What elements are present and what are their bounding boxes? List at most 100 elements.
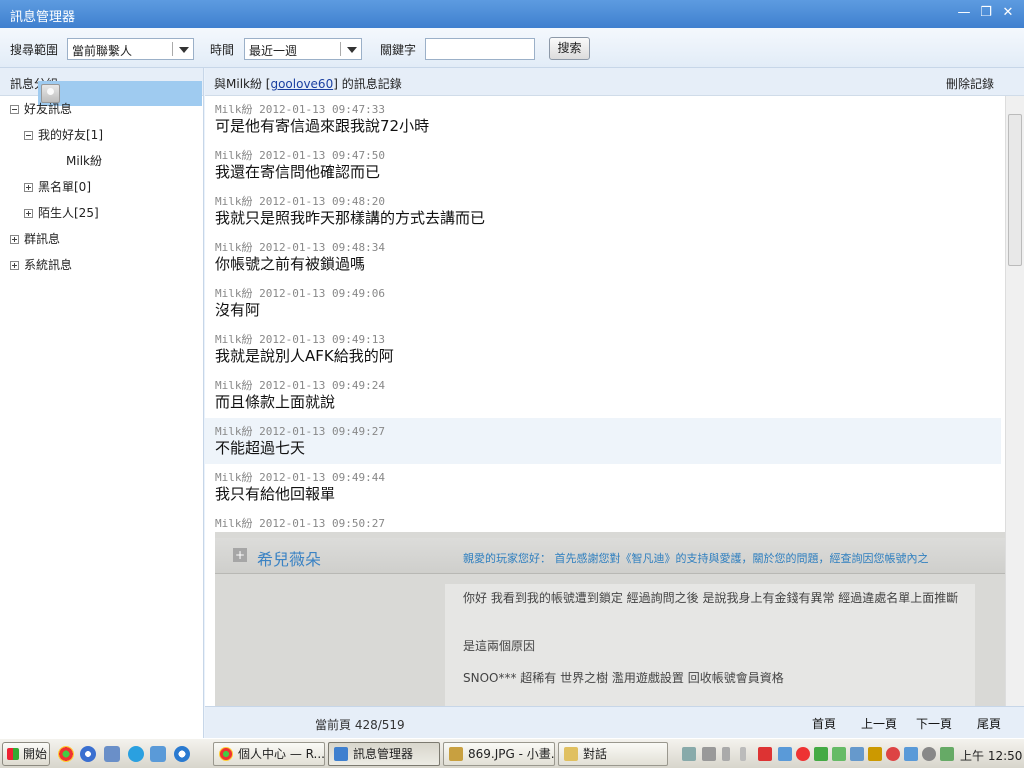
search-button[interactable]: 搜索 bbox=[549, 37, 590, 60]
message-text: 我就是說別人AFK給我的阿 bbox=[215, 347, 394, 365]
delete-records-button[interactable]: 刪除記錄 bbox=[946, 75, 994, 92]
keyword-label: 關鍵字 bbox=[380, 43, 417, 57]
first-page-button[interactable]: 首頁 bbox=[812, 715, 836, 732]
expand-icon[interactable] bbox=[10, 261, 19, 270]
vertical-scrollbar[interactable] bbox=[1005, 96, 1024, 706]
task-paint[interactable]: 869.JPG - 小畫... bbox=[443, 742, 555, 766]
collapse-icon[interactable] bbox=[10, 105, 19, 114]
close-button[interactable]: ✕ bbox=[1000, 4, 1016, 22]
message-text: 我還在寄信問他確認而已 bbox=[215, 163, 381, 181]
keyword-input[interactable] bbox=[425, 38, 535, 60]
collapse-icon[interactable] bbox=[24, 131, 33, 140]
scope-select[interactable]: 當前聯繫人 bbox=[67, 38, 194, 60]
explorer-icon[interactable] bbox=[104, 746, 120, 762]
tree-item-group-messages[interactable]: 群訊息 bbox=[10, 227, 60, 251]
conversation-title-prefix: 與Milk紛 [ bbox=[214, 77, 271, 91]
tree-item-contact[interactable]: Milk紛 bbox=[66, 149, 102, 173]
internet-explorer-icon[interactable] bbox=[174, 746, 190, 762]
expand-icon[interactable] bbox=[10, 235, 19, 244]
tree-item-blacklist[interactable]: 黑名單[0] bbox=[24, 175, 91, 199]
time-select-value: 最近一週 bbox=[249, 44, 298, 58]
window-title: 訊息管理器 bbox=[10, 10, 76, 25]
message-item: Milk紛 2012-01-13 09:48:34 你帳號之前有被鎖過嗎 bbox=[205, 234, 1001, 280]
conversation-title: 與Milk紛 [goolove60] 的訊息記錄 bbox=[214, 75, 402, 92]
scope-select-value: 當前聯繫人 bbox=[72, 44, 133, 58]
minimize-button[interactable]: — bbox=[956, 4, 972, 22]
image-header: + 希兒薇朵 親愛的玩家您好： 首先感謝您對《智凡迪》的支持與愛護，關於您的問題… bbox=[215, 538, 1005, 574]
restore-button[interactable]: ❐ bbox=[978, 4, 994, 22]
conversation-title-suffix: ] 的訊息記錄 bbox=[333, 77, 402, 91]
qq-icon[interactable] bbox=[796, 747, 810, 761]
tree-item-label: 好友訊息 bbox=[24, 102, 73, 116]
start-button[interactable]: 開始 bbox=[2, 742, 50, 766]
image-sender-name: 希兒薇朵 bbox=[257, 550, 322, 569]
message-list[interactable]: Milk紛 2012-01-13 09:47:33 可是他有寄信過來跟我說72小… bbox=[205, 96, 1005, 706]
message-text: 你帳號之前有被鎖過嗎 bbox=[215, 255, 366, 273]
skype-icon[interactable] bbox=[128, 746, 144, 762]
tree-item-label: 黑名單[0] bbox=[38, 180, 91, 194]
next-page-button[interactable]: 下一頁 bbox=[916, 715, 952, 732]
combo-separator bbox=[340, 42, 341, 56]
prev-page-button[interactable]: 上一頁 bbox=[861, 715, 897, 732]
messenger-icon bbox=[334, 747, 348, 761]
message-text: 可是他有寄信過來跟我說72小時 bbox=[215, 117, 430, 135]
tray-app-icon[interactable] bbox=[778, 747, 792, 761]
tray-app-icon[interactable] bbox=[904, 747, 918, 761]
volume-icon[interactable] bbox=[940, 747, 954, 761]
account-link[interactable]: goolove60 bbox=[270, 77, 333, 91]
chrome-icon bbox=[219, 747, 233, 761]
tray-app-icon[interactable] bbox=[832, 747, 846, 761]
tray-app-icon[interactable] bbox=[850, 747, 864, 761]
message-text: 沒有阿 bbox=[215, 301, 261, 319]
tray-app-icon[interactable] bbox=[682, 747, 696, 761]
task-personal-center[interactable]: 個人中心 — R... bbox=[213, 742, 325, 766]
tray-app-icon[interactable] bbox=[722, 747, 730, 761]
message-item: Milk紛 2012-01-13 09:49:13 我就是說別人AFK給我的阿 bbox=[205, 326, 1001, 372]
window-controls: — ❐ ✕ bbox=[956, 4, 1016, 22]
tray-app-icon[interactable] bbox=[922, 747, 936, 761]
message-item: Milk紛 2012-01-13 09:49:27 不能超過七天 bbox=[205, 418, 1001, 464]
tray-app-icon[interactable] bbox=[814, 747, 828, 761]
windows-logo-icon bbox=[7, 748, 19, 760]
expand-icon[interactable] bbox=[24, 183, 33, 192]
image-paragraph: 你好 我看到我的帳號遭到鎖定 經過詢問之後 是說我身上有金錢有異常 經過違處名單… bbox=[463, 591, 959, 605]
message-meta: Milk紛 2012-01-13 09:50:27 bbox=[215, 517, 385, 530]
tree-item-label: 陌生人[25] bbox=[38, 206, 99, 220]
message-text: 我就只是照我昨天那樣講的方式去講而已 bbox=[215, 209, 486, 227]
messenger-icon[interactable] bbox=[150, 746, 166, 762]
chevron-down-icon[interactable] bbox=[347, 47, 357, 53]
time-select[interactable]: 最近一週 bbox=[244, 38, 362, 60]
tray-app-icon[interactable] bbox=[868, 747, 882, 761]
task-label: 訊息管理器 bbox=[353, 747, 414, 761]
scope-label: 搜尋範圍 bbox=[10, 43, 59, 57]
last-page-button[interactable]: 尾頁 bbox=[977, 715, 1001, 732]
tray-app-icon[interactable] bbox=[758, 747, 772, 761]
tray-app-icon[interactable] bbox=[702, 747, 716, 761]
chevron-down-icon[interactable] bbox=[179, 47, 189, 53]
start-label: 開始 bbox=[23, 747, 48, 761]
media-player-icon[interactable] bbox=[80, 746, 96, 762]
title-bar: 訊息管理器 — ❐ ✕ bbox=[0, 0, 1024, 28]
avatar bbox=[41, 84, 60, 103]
expand-icon[interactable] bbox=[24, 209, 33, 218]
scrollbar-thumb[interactable] bbox=[1008, 114, 1022, 266]
combo-separator bbox=[172, 42, 173, 56]
chrome-icon[interactable] bbox=[58, 746, 74, 762]
group-tree-panel: 訊息分組 bbox=[0, 68, 204, 738]
tray-app-icon[interactable] bbox=[886, 747, 900, 761]
paint-icon bbox=[449, 747, 463, 761]
tree-item-system-messages[interactable]: 系統訊息 bbox=[10, 253, 72, 277]
page-indicator: 當前頁 428/519 bbox=[315, 718, 405, 732]
tree-item-my-friends[interactable]: 我的好友[1] bbox=[24, 123, 103, 147]
tree-item-strangers[interactable]: 陌生人[25] bbox=[24, 201, 99, 225]
task-message-manager[interactable]: 訊息管理器 bbox=[328, 742, 440, 766]
image-paragraph: SNOO*** 超稀有 世界之樹 濫用遊戲設置 回收帳號會員資格 bbox=[463, 671, 784, 685]
message-item: Milk紛 2012-01-13 09:49:24 而且條款上面就說 bbox=[205, 372, 1001, 418]
message-text: 不能超過七天 bbox=[215, 439, 306, 457]
message-item: Milk紛 2012-01-13 09:49:06 沒有阿 bbox=[205, 280, 1001, 326]
message-text: 而且條款上面就說 bbox=[215, 393, 336, 411]
task-dialog-folder[interactable]: 對話 bbox=[558, 742, 668, 766]
tree-item-label: Milk紛 bbox=[66, 154, 102, 168]
task-label: 個人中心 — R... bbox=[238, 747, 325, 761]
pager-bar: 當前頁 428/519 首頁 上一頁 下一頁 尾頁 bbox=[205, 706, 1024, 738]
